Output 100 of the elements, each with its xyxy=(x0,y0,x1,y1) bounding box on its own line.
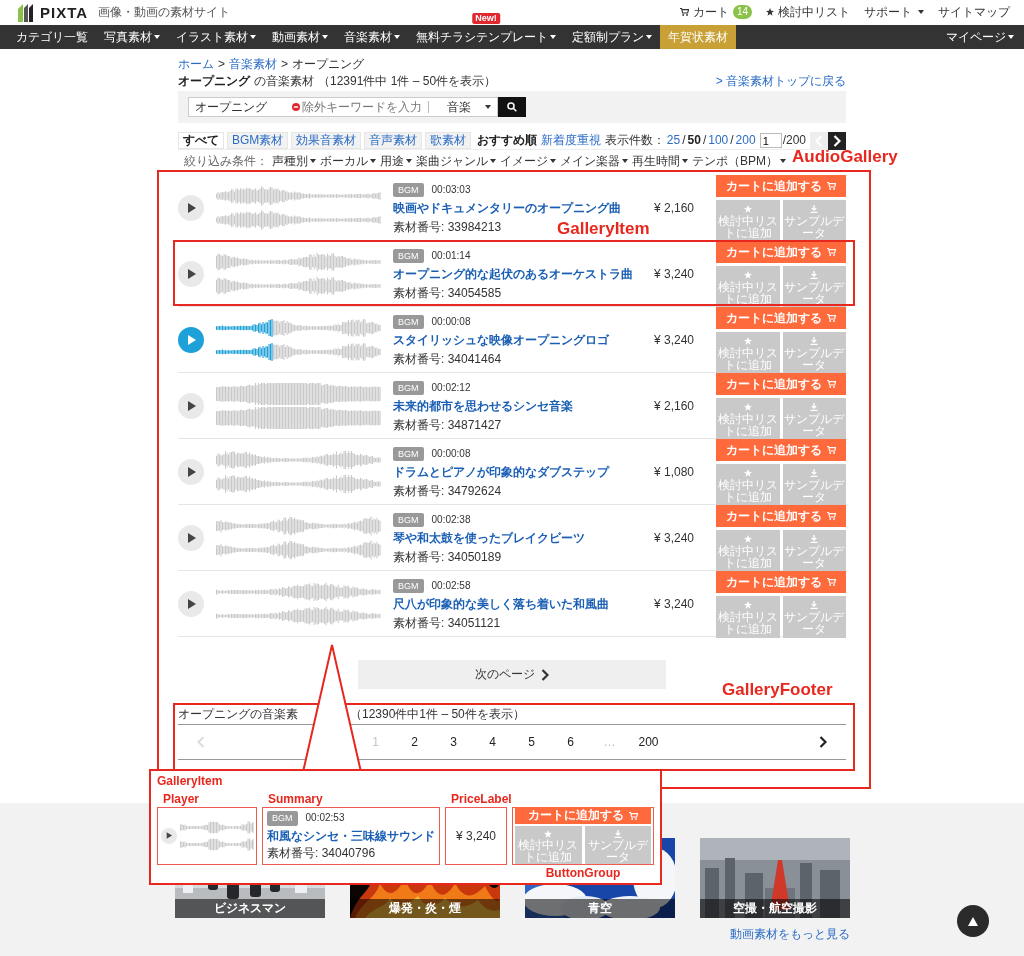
search-button[interactable] xyxy=(498,97,526,117)
per-page-option[interactable]: 200 xyxy=(735,133,756,148)
progress-fill xyxy=(216,319,273,362)
breadcrumb-item[interactable]: 音楽素材 xyxy=(229,58,277,71)
tile-caption[interactable]: 爆発・炎・煙 xyxy=(349,898,500,918)
header-link[interactable]: サイトマップ xyxy=(938,5,1010,20)
page-link[interactable]: 4 xyxy=(473,734,512,750)
tagline: 画像・動画の素材サイト xyxy=(98,5,231,20)
per-page-label: 表示件数： xyxy=(604,133,665,148)
filter-dropdown[interactable]: イメージ xyxy=(500,153,556,169)
filter-dropdown[interactable]: 用途 xyxy=(380,153,412,169)
page-link[interactable]: 2 xyxy=(395,734,434,750)
page-link[interactable]: 3 xyxy=(434,734,473,750)
mypage-menu[interactable]: マイページ xyxy=(938,25,1024,49)
play-button[interactable] xyxy=(178,393,204,420)
caret-icon xyxy=(550,35,556,39)
track-title[interactable]: ドラムとピアノが印象的なダブステップ xyxy=(393,465,609,480)
track-title[interactable]: 尺八が印象的な美しく落ち着いた和風曲 xyxy=(393,597,609,612)
caret-icon xyxy=(622,159,628,163)
nav-item[interactable]: カテゴリ一覧 xyxy=(8,25,96,49)
item-number: 素材番号: 34051121 xyxy=(393,615,501,631)
caret-icon xyxy=(370,159,376,163)
back-link[interactable]: > 音楽素材トップに戻る xyxy=(715,73,846,89)
tile-caption[interactable]: ビジネスマン xyxy=(174,898,325,918)
item-number: 素材番号: 34050189 xyxy=(393,549,502,565)
price: ¥ 2,160 xyxy=(652,399,694,414)
caret-icon xyxy=(406,159,412,163)
track-title[interactable]: 未来的都市を思わせるシンセ音楽 xyxy=(393,399,573,414)
track-title[interactable]: オープニング的な起伏のあるオーケストラ曲 xyxy=(393,267,633,282)
page-link[interactable]: 5 xyxy=(512,734,551,750)
filter-dropdown[interactable]: 楽曲ジャンル xyxy=(416,153,496,169)
nav-item[interactable]: 定額制プラン xyxy=(564,25,660,49)
header-link[interactable]: 検討中リスト xyxy=(766,5,850,20)
bgm-badge: BGM xyxy=(393,578,424,594)
separator: / xyxy=(730,133,734,148)
duration: 00:01:14 xyxy=(431,250,471,262)
category-select[interactable]: 音楽 xyxy=(428,97,498,117)
play-button[interactable] xyxy=(178,261,204,288)
filter-dropdown[interactable]: 声種別 xyxy=(272,153,316,169)
nav-item[interactable]: イラスト素材 xyxy=(168,25,264,49)
play-button[interactable] xyxy=(178,195,204,222)
next-page-button[interactable]: 次のページ xyxy=(358,660,666,689)
breadcrumb-item[interactable]: ホーム xyxy=(178,58,214,71)
star-icon xyxy=(743,600,752,609)
star-icon xyxy=(743,204,752,213)
sort-option[interactable]: おすすめ順 xyxy=(476,133,537,148)
exclude-icon xyxy=(292,103,300,111)
breadcrumb-item: オープニング xyxy=(292,58,365,71)
play-icon xyxy=(186,401,196,412)
part-label: Player xyxy=(162,792,200,807)
filter-dropdown[interactable]: ボーカル xyxy=(320,153,376,169)
category-tab[interactable]: 効果音素材 xyxy=(291,132,362,149)
page-number-field[interactable]: 1 xyxy=(759,133,782,148)
category-tab[interactable]: すべて xyxy=(178,132,224,149)
nav-item[interactable]: 音楽素材 xyxy=(336,25,408,49)
next-button[interactable] xyxy=(828,131,846,150)
page-link[interactable]: 200 xyxy=(629,734,668,750)
caret-icon xyxy=(310,159,316,163)
tile-caption[interactable]: 青空 xyxy=(524,898,675,918)
header-link[interactable]: サポート xyxy=(864,5,924,20)
track-title[interactable]: 映画やドキュメンタリーのオープニング曲 xyxy=(393,201,621,216)
separator: / xyxy=(682,133,686,148)
header-link[interactable]: カート 14 xyxy=(679,5,752,20)
title-suffix: の音楽素材 xyxy=(254,73,314,89)
filter-dropdown[interactable]: テンポ（BPM） xyxy=(692,153,786,169)
sort-option[interactable]: 新着度重視 xyxy=(540,133,601,148)
play-button[interactable] xyxy=(178,459,204,486)
track-title[interactable]: スタイリッシュな映像オープニングロゴ xyxy=(393,333,609,348)
keyword-field[interactable]: オープニング xyxy=(188,97,292,117)
filter-dropdown[interactable]: メイン楽器 xyxy=(560,153,628,169)
category-tab[interactable]: BGM素材 xyxy=(227,132,289,149)
more-link[interactable]: 動画素材をもっと見る xyxy=(729,927,850,941)
duration: 00:02:38 xyxy=(431,514,471,526)
download-icon xyxy=(810,402,819,411)
category-tab[interactable]: 歌素材 xyxy=(425,132,472,149)
part-label: ButtonGroup xyxy=(545,865,621,881)
exclude-keyword-field[interactable]: 除外キーワードを入力 xyxy=(292,97,428,117)
per-page-option[interactable]: 50 xyxy=(687,133,701,148)
track-title[interactable]: 琴や和太鼓を使ったブレイクビーツ xyxy=(393,531,585,546)
filter-dropdown[interactable]: 再生時間 xyxy=(632,153,688,169)
price: ¥ 2,160 xyxy=(652,201,694,216)
cart-icon xyxy=(827,314,836,322)
play-icon xyxy=(186,533,196,544)
caret-icon xyxy=(154,35,160,39)
callout-title: GalleryItem xyxy=(157,774,224,789)
play-icon xyxy=(186,269,196,280)
play-button[interactable] xyxy=(178,525,204,552)
per-page-option[interactable]: 25 xyxy=(666,133,681,148)
tile-caption[interactable]: 空撮・航空撮影 xyxy=(699,898,850,918)
star-icon xyxy=(743,402,752,411)
bgm-badge: BGM xyxy=(393,380,424,396)
back-to-top-button[interactable] xyxy=(957,905,989,937)
page-link[interactable]: 6 xyxy=(551,734,590,750)
nav-item[interactable]: 動画素材 xyxy=(264,25,336,49)
category-tab[interactable]: 音声素材 xyxy=(364,132,423,149)
per-page-option[interactable]: 100 xyxy=(708,133,729,148)
part-label: PriceLabel xyxy=(450,792,512,807)
nav-item[interactable]: 写真素材 xyxy=(96,25,168,49)
play-button[interactable] xyxy=(178,591,204,618)
cart-icon xyxy=(827,446,836,454)
